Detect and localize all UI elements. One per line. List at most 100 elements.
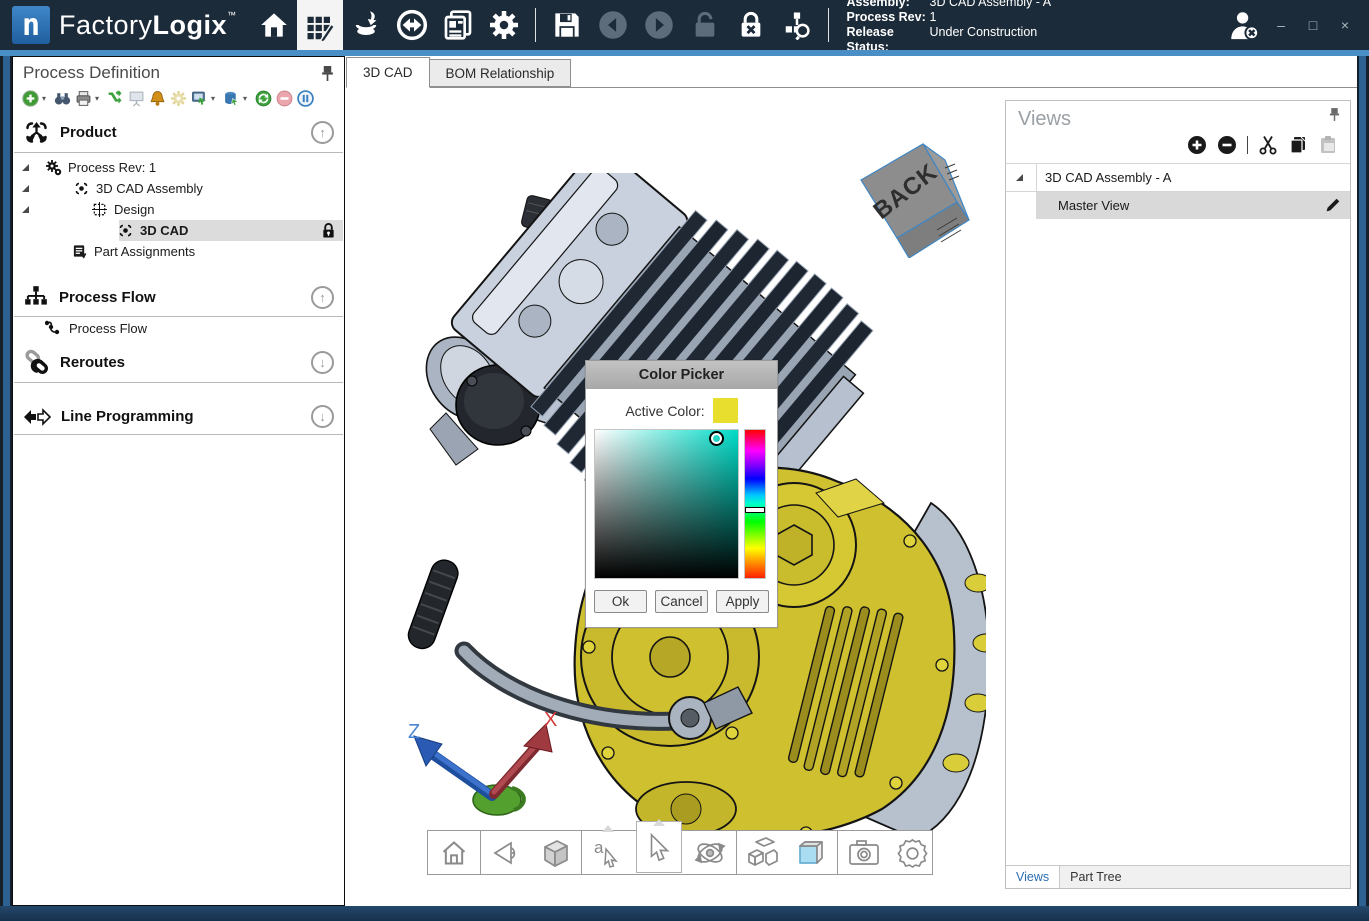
expander-icon[interactable] [22, 185, 29, 192]
tree-row-3d-cad-selected[interactable]: 3D CAD [13, 220, 344, 241]
redo-forward-icon[interactable] [636, 0, 682, 50]
expand-down-button[interactable]: ↓ [311, 405, 334, 428]
section-product[interactable]: Product ↑ [13, 113, 344, 152]
section-line-programming[interactable]: Line Programming ↓ [13, 399, 344, 434]
process-rev-value: 1 [930, 10, 937, 25]
data-import-icon[interactable] [343, 0, 389, 50]
assembly-value: 3D CAD Assembly - A [930, 0, 1052, 10]
close-button[interactable]: × [1331, 12, 1359, 38]
app-name-logix: Logix [153, 10, 228, 40]
document-tabs: 3D CAD BOM Relationship [346, 56, 1357, 88]
tree-row-label: Design [114, 202, 154, 217]
process-flow-item[interactable]: Process Flow [13, 317, 344, 339]
expander-icon[interactable] [1016, 174, 1023, 181]
home-view-button[interactable] [434, 834, 474, 872]
monitor-dropdown-caret[interactable]: ▾ [211, 94, 219, 103]
window-frame-left [0, 56, 12, 906]
section-reroutes[interactable]: Reroutes ↓ [13, 343, 344, 382]
section-view-button[interactable] [791, 834, 831, 872]
reports-icon[interactable] [435, 0, 481, 50]
expand-down-button[interactable]: ↓ [311, 351, 334, 374]
tree-row-design[interactable]: Design [13, 199, 344, 220]
collapse-up-button[interactable]: ↑ [311, 121, 334, 144]
database-dropdown-caret[interactable]: ▾ [243, 94, 251, 103]
undo-back-icon[interactable] [590, 0, 636, 50]
edit-pencil-icon[interactable] [1324, 196, 1342, 214]
design-sketch-icon [91, 201, 108, 218]
refresh-icon[interactable] [254, 89, 272, 107]
expander-icon[interactable] [22, 164, 29, 171]
tree-row-part-assignments[interactable]: Part Assignments [13, 241, 344, 262]
monitor-run-icon[interactable] [190, 89, 208, 107]
hue-slider[interactable] [744, 429, 766, 579]
apply-button[interactable]: Apply [716, 590, 769, 613]
explode-assembly-button[interactable] [743, 834, 783, 872]
gears-icon [45, 159, 62, 176]
save-icon[interactable] [544, 0, 590, 50]
tab-part-tree[interactable]: Part Tree [1060, 866, 1131, 888]
tab-bom-relationship[interactable]: BOM Relationship [429, 59, 572, 87]
collapse-up-button[interactable]: ↑ [311, 286, 334, 309]
home-icon[interactable] [251, 0, 297, 50]
active-color-swatch [713, 398, 738, 423]
orbit-rotate-button[interactable] [690, 834, 730, 872]
pause-icon[interactable] [296, 89, 314, 107]
hue-slider-handle[interactable] [745, 507, 765, 513]
color-selector-handle[interactable] [709, 431, 724, 446]
user-logout-icon[interactable] [1221, 0, 1267, 50]
pin-icon[interactable] [1329, 108, 1340, 121]
unlock-icon[interactable] [682, 0, 728, 50]
process-flow-item-label: Process Flow [69, 321, 147, 336]
presentation-icon[interactable] [127, 89, 145, 107]
tree-row-3d-cad-assembly[interactable]: 3D CAD Assembly [13, 178, 344, 199]
cad-viewport[interactable]: BACK Z X Color [346, 88, 1357, 906]
minimize-button[interactable]: – [1267, 12, 1295, 38]
views-tree-root-row[interactable]: 3D CAD Assembly - A [1006, 164, 1350, 192]
lock-release-icon[interactable] [728, 0, 774, 50]
maximize-button[interactable]: □ [1299, 12, 1327, 38]
section-line-programming-label: Line Programming [61, 408, 311, 425]
add-icon[interactable] [21, 89, 39, 107]
saturation-value-area[interactable] [594, 429, 739, 579]
title-bar: n FactoryLogix™ [0, 0, 1369, 50]
select-cursor-button[interactable] [636, 821, 682, 873]
gear-pale-icon[interactable] [169, 89, 187, 107]
print-icon[interactable] [74, 89, 92, 107]
views-tree-master-view-row[interactable]: Master View [1006, 192, 1350, 219]
add-dropdown-caret[interactable]: ▾ [42, 94, 50, 103]
toolbar-separator [828, 8, 829, 42]
shaded-view-cube-button[interactable] [535, 834, 575, 872]
look-at-button[interactable] [487, 834, 527, 872]
process-definition-editor-icon[interactable] [297, 0, 343, 56]
color-picker-title[interactable]: Color Picker [586, 361, 777, 389]
ok-button[interactable]: Ok [594, 590, 647, 613]
stop-icon[interactable] [275, 89, 293, 107]
view-cube[interactable]: BACK [845, 138, 970, 258]
remove-view-icon[interactable] [1217, 135, 1237, 155]
expander-icon[interactable] [22, 206, 29, 213]
tree-row-process-rev[interactable]: Process Rev: 1 [13, 157, 344, 178]
shuffle-icon[interactable] [106, 89, 124, 107]
app-logo: n FactoryLogix™ [0, 6, 251, 44]
bell-icon[interactable] [148, 89, 166, 107]
paste-icon[interactable] [1318, 135, 1338, 155]
print-dropdown-caret[interactable]: ▾ [95, 94, 103, 103]
database-export-icon[interactable] [222, 89, 240, 107]
screenshot-camera-button[interactable] [844, 834, 884, 872]
cut-scissors-icon[interactable] [1258, 135, 1278, 155]
settings-gear-icon[interactable] [481, 0, 527, 50]
section-process-flow[interactable]: Process Flow ↑ [13, 278, 344, 316]
tab-views[interactable]: Views [1006, 866, 1060, 888]
tab-3d-cad[interactable]: 3D CAD [346, 57, 430, 88]
viewport-settings-button[interactable] [892, 834, 932, 872]
find-binoculars-icon[interactable] [53, 89, 71, 107]
copy-icon[interactable] [1288, 135, 1308, 155]
product-3d-icon [23, 119, 50, 146]
add-view-icon[interactable] [1187, 135, 1207, 155]
label-select-button[interactable]: a [588, 834, 628, 872]
app-name-factory: Factory [59, 10, 153, 40]
pin-icon[interactable] [321, 66, 334, 81]
cancel-button[interactable]: Cancel [655, 590, 708, 613]
sync-transfer-icon[interactable] [389, 0, 435, 50]
process-search-icon[interactable] [774, 0, 820, 50]
